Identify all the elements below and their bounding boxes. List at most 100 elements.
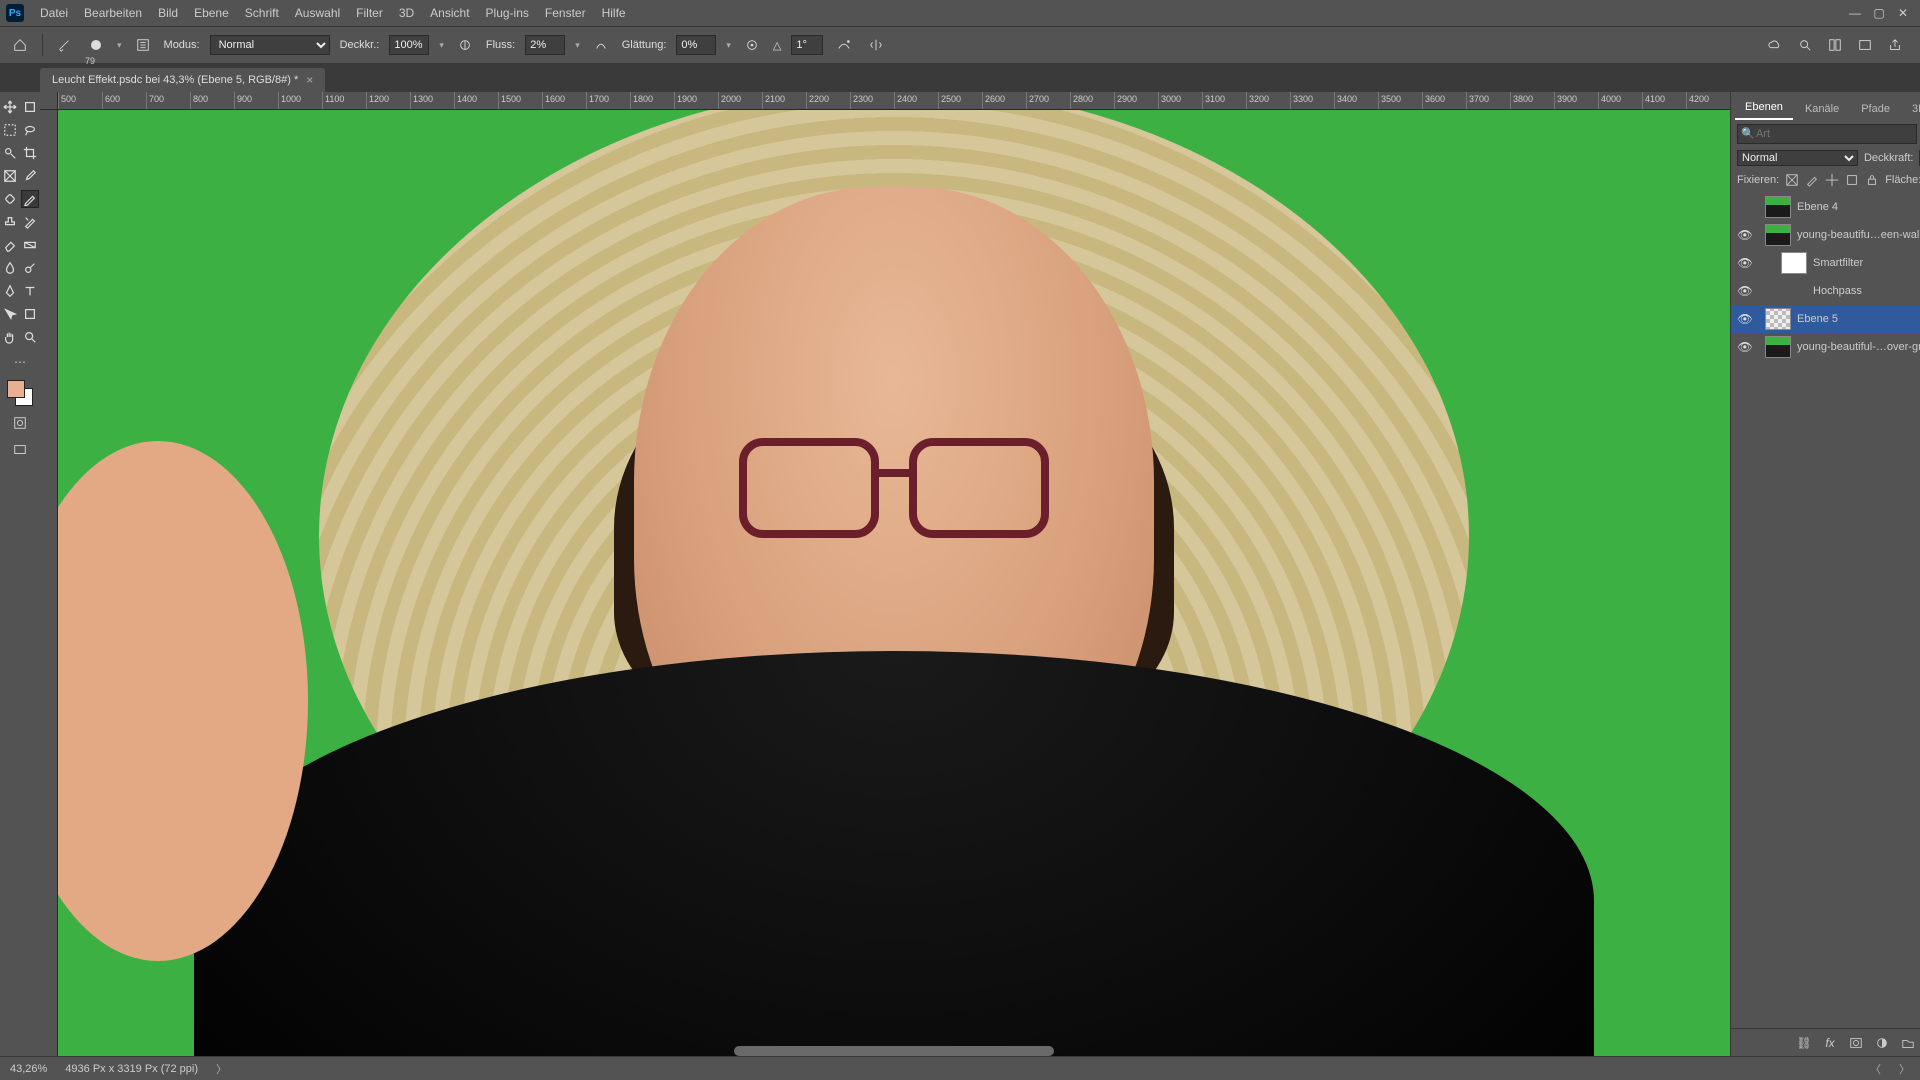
edit-toolbar-icon[interactable]: ⋯	[11, 353, 29, 371]
frame-tool[interactable]	[1, 167, 19, 185]
home-button[interactable]	[8, 33, 32, 57]
lock-transparent-icon[interactable]	[1785, 172, 1799, 188]
panel-tab-pfade[interactable]: Pfade	[1851, 98, 1900, 120]
eyedropper-tool[interactable]	[21, 167, 39, 185]
menu-bearbeiten[interactable]: Bearbeiten	[76, 2, 150, 24]
menu-schrift[interactable]: Schrift	[237, 2, 287, 24]
airbrush-icon[interactable]	[590, 34, 612, 56]
search-icon[interactable]	[1794, 34, 1816, 56]
layer-row[interactable]: 👁Smartfilter	[1731, 249, 1920, 277]
chevron-down-icon[interactable]: ▾	[439, 40, 444, 51]
stamp-tool[interactable]	[1, 213, 19, 231]
brush-tool[interactable]	[21, 190, 39, 208]
move-tool[interactable]	[1, 98, 19, 116]
share-icon[interactable]	[1884, 34, 1906, 56]
opacity-input[interactable]	[389, 35, 429, 55]
menu-fenster[interactable]: Fenster	[537, 2, 594, 24]
window-minimize-button[interactable]: —	[1844, 4, 1866, 22]
gradient-tool[interactable]	[21, 236, 39, 254]
panel-tab-3d[interactable]: 3D	[1902, 98, 1920, 120]
eraser-tool[interactable]	[1, 236, 19, 254]
window-close-button[interactable]: ✕	[1892, 4, 1914, 22]
group-layers-icon[interactable]	[1900, 1035, 1916, 1051]
layer-row[interactable]: 👁young-beautifu…een-wall Kopie⊘▾	[1731, 221, 1920, 249]
lock-all-icon[interactable]	[1865, 172, 1879, 188]
marquee-tool[interactable]	[1, 121, 19, 139]
artboard-tool[interactable]	[21, 98, 39, 116]
link-layers-icon[interactable]: ⛓	[1796, 1035, 1812, 1051]
window-maximize-button[interactable]: ▢	[1868, 4, 1890, 22]
quick-select-tool[interactable]	[1, 144, 19, 162]
layer-visibility-icon[interactable]: 👁	[1737, 312, 1753, 326]
panel-tab-kanäle[interactable]: Kanäle	[1795, 98, 1849, 120]
pressure-size-icon[interactable]	[833, 34, 855, 56]
workspace-icon[interactable]	[1854, 34, 1876, 56]
status-chevron-right-icon[interactable]: 〉	[216, 1061, 227, 1077]
blend-mode-select[interactable]: Normal	[210, 35, 330, 55]
layer-visibility-icon[interactable]: 👁	[1737, 340, 1753, 354]
menu-plug-ins[interactable]: Plug-ins	[478, 2, 537, 24]
status-chevron-right-icon[interactable]: 〉	[1899, 1061, 1910, 1077]
fx-icon[interactable]: fx	[1822, 1035, 1838, 1051]
chevron-down-icon[interactable]: ▾	[726, 40, 731, 51]
foreground-color-well[interactable]	[7, 380, 25, 398]
layer-row[interactable]: 👁Hochpass≡	[1731, 277, 1920, 305]
lock-artboard-icon[interactable]	[1845, 172, 1859, 188]
cloud-docs-icon[interactable]	[1764, 34, 1786, 56]
adjustment-layer-icon[interactable]	[1874, 1035, 1890, 1051]
screenmode-icon[interactable]	[10, 440, 30, 460]
menu-ansicht[interactable]: Ansicht	[422, 2, 477, 24]
layer-visibility-icon[interactable]: 👁	[1737, 284, 1753, 298]
layer-row[interactable]: 👁young-beautiful-…over-green-wall	[1731, 333, 1920, 361]
layer-blend-mode-select[interactable]: Normal	[1737, 150, 1858, 166]
symmetry-icon[interactable]	[865, 34, 887, 56]
color-wells[interactable]	[7, 380, 33, 406]
zoom-level[interactable]: 43,26%	[10, 1063, 47, 1075]
menu-3d[interactable]: 3D	[391, 2, 422, 24]
blur-tool[interactable]	[1, 259, 19, 277]
layer-row[interactable]: Ebene 4	[1731, 193, 1920, 221]
pressure-opacity-icon[interactable]	[454, 34, 476, 56]
menu-ebene[interactable]: Ebene	[186, 2, 237, 24]
dodge-tool[interactable]	[21, 259, 39, 277]
smoothing-input[interactable]	[676, 35, 716, 55]
zoom-tool[interactable]	[21, 328, 39, 346]
pen-tool[interactable]	[1, 282, 19, 300]
path-select-tool[interactable]	[1, 305, 19, 323]
menu-auswahl[interactable]: Auswahl	[287, 2, 348, 24]
layer-visibility-icon[interactable]: 👁	[1737, 228, 1753, 242]
chevron-down-icon[interactable]: ▾	[575, 40, 580, 51]
smoothing-options-icon[interactable]	[741, 34, 763, 56]
panel-tab-ebenen[interactable]: Ebenen	[1735, 96, 1793, 120]
brush-settings-icon[interactable]	[132, 34, 154, 56]
arrange-docs-icon[interactable]	[1824, 34, 1846, 56]
crop-tool[interactable]	[21, 144, 39, 162]
chevron-down-icon[interactable]: ▾	[117, 40, 122, 51]
layer-filter-input[interactable]	[1737, 124, 1917, 144]
flow-input[interactable]	[525, 35, 565, 55]
add-mask-icon[interactable]	[1848, 1035, 1864, 1051]
shape-tool[interactable]	[21, 305, 39, 323]
document-tab[interactable]: Leucht Effekt.psdc bei 43,3% (Ebene 5, R…	[40, 68, 325, 92]
lasso-tool[interactable]	[21, 121, 39, 139]
type-tool[interactable]	[21, 282, 39, 300]
lock-pixels-icon[interactable]	[1805, 172, 1819, 188]
history-brush-tool[interactable]	[21, 213, 39, 231]
document-viewport[interactable]	[58, 110, 1730, 1056]
layer-row[interactable]: 👁Ebene 5	[1731, 305, 1920, 333]
brush-tool-icon[interactable]	[53, 34, 75, 56]
status-chevron-left-icon[interactable]: 〈	[1870, 1061, 1881, 1077]
healing-tool[interactable]	[1, 190, 19, 208]
layer-visibility-icon[interactable]: 👁	[1737, 256, 1753, 270]
hand-tool[interactable]	[1, 328, 19, 346]
horizontal-scrollbar[interactable]	[734, 1046, 1054, 1056]
menu-datei[interactable]: Datei	[32, 2, 76, 24]
close-tab-icon[interactable]: ×	[306, 73, 313, 87]
menu-filter[interactable]: Filter	[348, 2, 391, 24]
menu-hilfe[interactable]: Hilfe	[594, 2, 634, 24]
angle-input[interactable]	[791, 35, 823, 55]
brush-preview[interactable]: 79	[85, 34, 107, 56]
quickmask-icon[interactable]	[10, 413, 30, 433]
menu-bild[interactable]: Bild	[150, 2, 186, 24]
lock-position-icon[interactable]	[1825, 172, 1839, 188]
